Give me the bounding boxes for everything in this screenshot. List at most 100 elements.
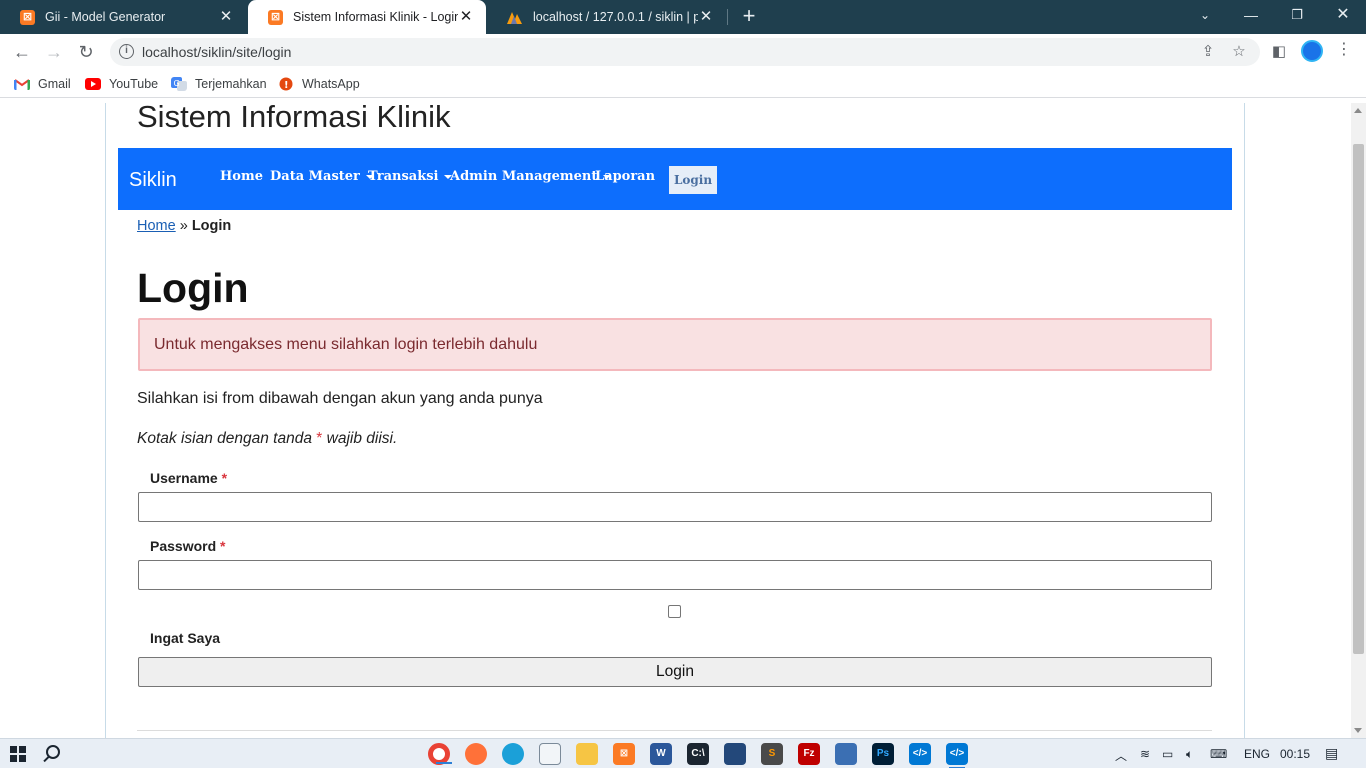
share-icon[interactable]: ⇪ xyxy=(1199,43,1217,61)
filezilla-icon[interactable]: Fz xyxy=(798,743,820,765)
scroll-up-arrow-icon[interactable] xyxy=(1354,108,1362,113)
restore-icon[interactable]: ❐ xyxy=(1274,0,1320,30)
minimize-icon[interactable]: — xyxy=(1228,0,1274,30)
nav-data-master[interactable]: Data Master xyxy=(270,169,374,184)
address-bar[interactable]: i localhost/siklin/site/login ⇪ ☆ xyxy=(110,38,1260,66)
edge-icon[interactable] xyxy=(502,743,524,765)
nav-transaksi[interactable]: Transaksi xyxy=(368,169,453,184)
remember-me-checkbox[interactable] xyxy=(668,605,681,618)
nav-home[interactable]: Home xyxy=(220,169,263,184)
nav-laporan[interactable]: Laporan xyxy=(595,169,655,184)
required-asterisk: * xyxy=(220,538,226,554)
vscode-icon[interactable]: </> xyxy=(909,743,931,765)
bookmark-label: Terjemahkan xyxy=(195,77,267,91)
vscode-icon[interactable]: </> xyxy=(946,743,968,768)
file-explorer-icon[interactable] xyxy=(576,743,598,765)
nav-login-button[interactable]: Login xyxy=(669,166,717,194)
phpmyadmin-icon xyxy=(507,11,522,24)
window-close-icon[interactable]: ✕ xyxy=(1320,0,1366,30)
clock-time[interactable]: 00:15 xyxy=(1280,747,1310,761)
login-submit-button[interactable]: Login xyxy=(138,657,1212,687)
profile-avatar[interactable] xyxy=(1301,40,1323,62)
navbar-brand[interactable]: Siklin xyxy=(129,169,177,192)
task-manager-icon[interactable] xyxy=(724,743,746,765)
tab-phpmyadmin[interactable]: localhost / 127.0.0.1 / siklin | php ✕ xyxy=(486,0,726,34)
google-translate-icon: G xyxy=(171,77,187,91)
reload-icon[interactable]: ↻ xyxy=(72,38,100,66)
svg-text:!: ! xyxy=(284,80,289,91)
tab-gii-model-generator[interactable]: ⊠ Gii - Model Generator ✕ xyxy=(0,0,246,34)
tab-search-chevron-icon[interactable]: ⌄ xyxy=(1182,0,1228,30)
xampp-icon: ⊠ xyxy=(268,9,283,25)
password-label-text: Password xyxy=(150,538,217,554)
main-navbar: Siklin Home Data Master Transaksi Admin … xyxy=(118,148,1232,210)
sublime-text-icon[interactable]: S xyxy=(761,743,783,765)
footer-divider xyxy=(137,730,1212,731)
note-prefix: Kotak isian dengan tanda xyxy=(137,430,312,447)
site-info-icon[interactable]: i xyxy=(119,44,134,59)
back-arrow-icon[interactable]: ← xyxy=(8,38,36,66)
username-label: Username * xyxy=(150,470,227,486)
close-icon[interactable]: ✕ xyxy=(698,9,714,25)
whatsapp-icon: ! xyxy=(279,77,293,91)
virtualbox-icon[interactable] xyxy=(835,743,857,765)
forward-arrow-icon[interactable]: → xyxy=(40,38,68,66)
windows-start-icon[interactable] xyxy=(10,746,26,762)
breadcrumb: Home » Login xyxy=(137,218,231,234)
remember-me-label: Ingat Saya xyxy=(150,630,221,646)
scroll-down-arrow-icon[interactable] xyxy=(1354,728,1362,733)
more-menu-icon[interactable]: ⋮ xyxy=(1336,39,1352,59)
site-title: Sistem Informasi Klinik xyxy=(137,103,451,134)
volume-icon[interactable]: 🔈︎ xyxy=(1186,747,1193,762)
page-scrollbar[interactable] xyxy=(1351,103,1366,738)
side-panel-icon[interactable]: ◧ xyxy=(1270,43,1288,61)
firefox-icon[interactable] xyxy=(465,743,487,765)
notifications-icon[interactable]: ▤ xyxy=(1325,745,1338,762)
page-viewport: Sistem Informasi Klinik Siklin Home Data… xyxy=(0,103,1351,738)
word-icon[interactable]: W xyxy=(650,743,672,765)
bookmark-gmail[interactable]: Gmail xyxy=(14,75,71,93)
command-prompt-icon[interactable]: C:\ xyxy=(687,743,709,765)
tray-chevron-up-icon[interactable]: ︿ xyxy=(1115,747,1127,764)
chrome-icon[interactable] xyxy=(428,743,452,765)
nav-label: Data Master xyxy=(270,169,360,184)
youtube-icon xyxy=(85,78,101,90)
photoshop-icon[interactable]: Ps xyxy=(872,743,894,765)
notepad-icon[interactable] xyxy=(539,743,561,765)
scrollbar-thumb[interactable] xyxy=(1353,144,1364,654)
new-tab-plus-icon[interactable]: + xyxy=(737,5,761,29)
language-indicator[interactable]: ENG xyxy=(1244,747,1270,761)
xampp-icon[interactable]: ⊠ xyxy=(613,743,635,765)
keyboard-icon[interactable]: ⌨ xyxy=(1210,747,1227,761)
nav-admin-management[interactable]: Admin Management xyxy=(450,169,612,184)
tab-title: Gii - Model Generator xyxy=(45,10,166,24)
wifi-icon[interactable]: ≋ xyxy=(1140,747,1150,761)
bookmark-whatsapp[interactable]: ! WhatsApp xyxy=(278,75,360,93)
password-label: Password * xyxy=(150,538,225,554)
tab-sistem-informasi-klinik[interactable]: ⊠ Sistem Informasi Klinik - Login ✕ xyxy=(248,0,486,34)
browser-tab-strip: ⊠ Gii - Model Generator ✕ ⊠ Sistem Infor… xyxy=(0,0,1366,34)
breadcrumb-current: Login xyxy=(191,218,232,234)
tab-title: Sistem Informasi Klinik - Login xyxy=(293,10,458,24)
intro-text: Silahkan isi from dibawah dengan akun ya… xyxy=(137,390,543,407)
close-icon[interactable]: ✕ xyxy=(218,9,234,25)
bookmark-star-icon[interactable]: ☆ xyxy=(1230,43,1248,61)
required-note: Kotak isian dengan tanda * wajib diisi. xyxy=(137,430,397,448)
page-title: Login xyxy=(137,265,249,311)
bookmarks-bar: Gmail YouTube G Terjemahkan ! WhatsApp xyxy=(0,70,1366,98)
password-input[interactable] xyxy=(138,560,1212,590)
username-input[interactable] xyxy=(138,492,1212,522)
bookmark-youtube[interactable]: YouTube xyxy=(85,75,158,93)
bookmark-terjemahkan[interactable]: G Terjemahkan xyxy=(171,75,267,93)
search-icon[interactable] xyxy=(46,745,60,759)
windows-taskbar: ⊠ W C:\ S Fz Ps </> </> ︿ ≋ ▭ 🔈︎ ⌨ ENG 0… xyxy=(0,738,1366,768)
breadcrumb-separator: » xyxy=(179,218,188,234)
close-icon[interactable]: ✕ xyxy=(458,9,474,25)
battery-icon[interactable]: ▭ xyxy=(1162,747,1173,761)
bookmark-label: Gmail xyxy=(38,77,71,91)
tab-title: localhost / 127.0.0.1 / siklin | php xyxy=(533,10,698,24)
xampp-icon: ⊠ xyxy=(20,9,35,25)
login-required-alert: Untuk mengakses menu silahkan login terl… xyxy=(138,318,1212,371)
url-text[interactable]: localhost/siklin/site/login xyxy=(142,44,291,60)
breadcrumb-home-link[interactable]: Home xyxy=(137,218,176,234)
